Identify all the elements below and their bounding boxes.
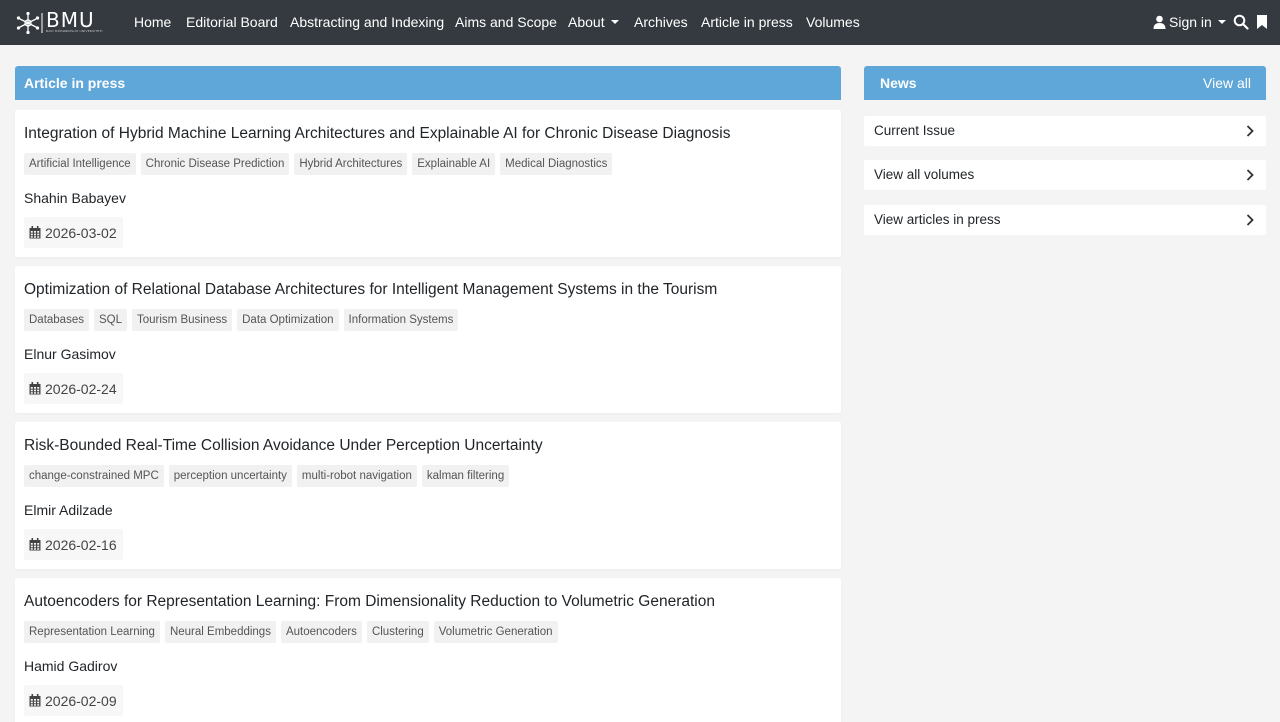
article-title[interactable]: Risk-Bounded Real-Time Collision Avoidan…	[24, 436, 543, 456]
news-title: News	[880, 75, 917, 91]
article-title[interactable]: Optimization of Relational Database Arch…	[24, 280, 717, 300]
keyword-tag[interactable]: Clustering	[366, 621, 429, 643]
article-author: Elmir Adilzade	[24, 502, 113, 518]
article-in-press-header: Article in press	[15, 66, 841, 100]
site-logo[interactable]: BMU BAKI MÜHƏNDİSLİK UNİVERSİTETİ	[16, 10, 112, 36]
logo-text: BMU	[46, 8, 95, 32]
article-date: 2026-02-16	[45, 536, 117, 553]
keyword-tag[interactable]: Data Optimization	[237, 309, 339, 331]
article-author: Elnur Gasimov	[24, 346, 116, 362]
article-keywords: Artificial Intelligence Chronic Disease P…	[24, 153, 613, 175]
article-keywords: change-constrained MPC perception uncerta…	[24, 465, 510, 487]
nav-home[interactable]: Home	[134, 13, 171, 31]
nav-volumes[interactable]: Volumes	[806, 13, 860, 31]
article-keywords: Databases SQL Tourism Business Data Optimiz…	[24, 309, 459, 331]
keyword-tag[interactable]: Tourism Business	[132, 309, 233, 331]
news-item-view-articles-in-press[interactable]: View articles in press	[864, 205, 1266, 235]
article-card: Integration of Hybrid Machine Learning A…	[15, 110, 841, 257]
nav-article-in-press[interactable]: Article in press	[701, 13, 793, 31]
article-title[interactable]: Integration of Hybrid Machine Learning A…	[24, 124, 731, 144]
keyword-tag[interactable]: Neural Embeddings	[164, 621, 276, 643]
keyword-tag[interactable]: Chronic Disease Prediction	[140, 153, 290, 175]
article-author: Shahin Babayev	[24, 190, 126, 206]
article-in-press-title: Article in press	[24, 75, 126, 91]
keyword-tag[interactable]: multi-robot navigation	[296, 465, 417, 487]
article-date: 2026-02-24	[45, 380, 117, 397]
keyword-tag[interactable]: Medical Diagnostics	[500, 153, 613, 175]
user-icon	[1153, 15, 1166, 29]
nav-archives[interactable]: Archives	[634, 13, 688, 31]
sign-in-dropdown[interactable]: Sign in	[1153, 13, 1226, 31]
news-item-label: View articles in press	[874, 212, 1001, 227]
nav-aims-scope[interactable]: Aims and Scope	[455, 13, 557, 31]
calendar-icon	[29, 226, 41, 239]
news-view-all-link[interactable]: View all	[1203, 75, 1251, 91]
keyword-tag[interactable]: kalman filtering	[421, 465, 510, 487]
article-date: 2026-02-09	[45, 692, 117, 709]
sign-in-label: Sign in	[1169, 14, 1212, 30]
keyword-tag[interactable]: perception uncertainty	[168, 465, 292, 487]
caret-down-icon	[610, 20, 619, 24]
article-date-badge: 2026-02-09	[24, 685, 123, 716]
nav-about[interactable]: About	[568, 13, 619, 31]
nav-abstracting-indexing[interactable]: Abstracting and Indexing	[290, 13, 444, 31]
keyword-tag[interactable]: Hybrid Architectures	[294, 153, 408, 175]
logo-subtitle: BAKI MÜHƏNDİSLİK UNİVERSİTETİ	[46, 29, 103, 33]
calendar-icon	[29, 538, 41, 551]
news-item-current-issue[interactable]: Current Issue	[864, 116, 1266, 146]
chevron-right-icon	[1246, 169, 1254, 181]
top-navbar: BMU BAKI MÜHƏNDİSLİK UNİVERSİTETİ Home E…	[0, 0, 1280, 45]
bookmark-icon[interactable]	[1256, 14, 1268, 30]
nav-editorial-board[interactable]: Editorial Board	[186, 13, 278, 31]
search-icon[interactable]	[1233, 14, 1249, 30]
article-date-badge: 2026-02-16	[24, 529, 123, 560]
keyword-tag[interactable]: Autoencoders	[280, 621, 362, 643]
caret-down-icon	[1217, 20, 1226, 24]
keyword-tag[interactable]: change-constrained MPC	[24, 465, 164, 487]
nav-about-label: About	[568, 14, 605, 30]
keyword-tag[interactable]: Explainable AI	[412, 153, 496, 175]
article-keywords: Representation Learning Neural Embeddings…	[24, 621, 558, 643]
keyword-tag[interactable]: Volumetric Generation	[433, 621, 558, 643]
article-card: Risk-Bounded Real-Time Collision Avoidan…	[15, 422, 841, 569]
article-date-badge: 2026-02-24	[24, 373, 123, 404]
logo-divider	[41, 13, 43, 33]
keyword-tag[interactable]: Representation Learning	[24, 621, 160, 643]
keyword-tag[interactable]: Artificial Intelligence	[24, 153, 136, 175]
calendar-icon	[29, 382, 41, 395]
calendar-icon	[29, 694, 41, 707]
article-card: Autoencoders for Representation Learning…	[15, 578, 841, 722]
article-card: Optimization of Relational Database Arch…	[15, 266, 841, 413]
keyword-tag[interactable]: SQL	[93, 309, 127, 331]
keyword-tag[interactable]: Information Systems	[343, 309, 459, 331]
article-date-badge: 2026-03-02	[24, 217, 123, 248]
article-author: Hamid Gadirov	[24, 658, 118, 674]
news-item-label: View all volumes	[874, 167, 975, 182]
chevron-right-icon	[1246, 125, 1254, 137]
news-item-view-all-volumes[interactable]: View all volumes	[864, 160, 1266, 190]
article-date: 2026-03-02	[45, 224, 117, 241]
chevron-right-icon	[1246, 214, 1254, 226]
article-title[interactable]: Autoencoders for Representation Learning…	[24, 592, 715, 612]
keyword-tag[interactable]: Databases	[24, 309, 89, 331]
news-item-label: Current Issue	[874, 123, 956, 138]
logo-emblem-icon	[16, 12, 40, 34]
news-header: News View all	[864, 66, 1266, 100]
